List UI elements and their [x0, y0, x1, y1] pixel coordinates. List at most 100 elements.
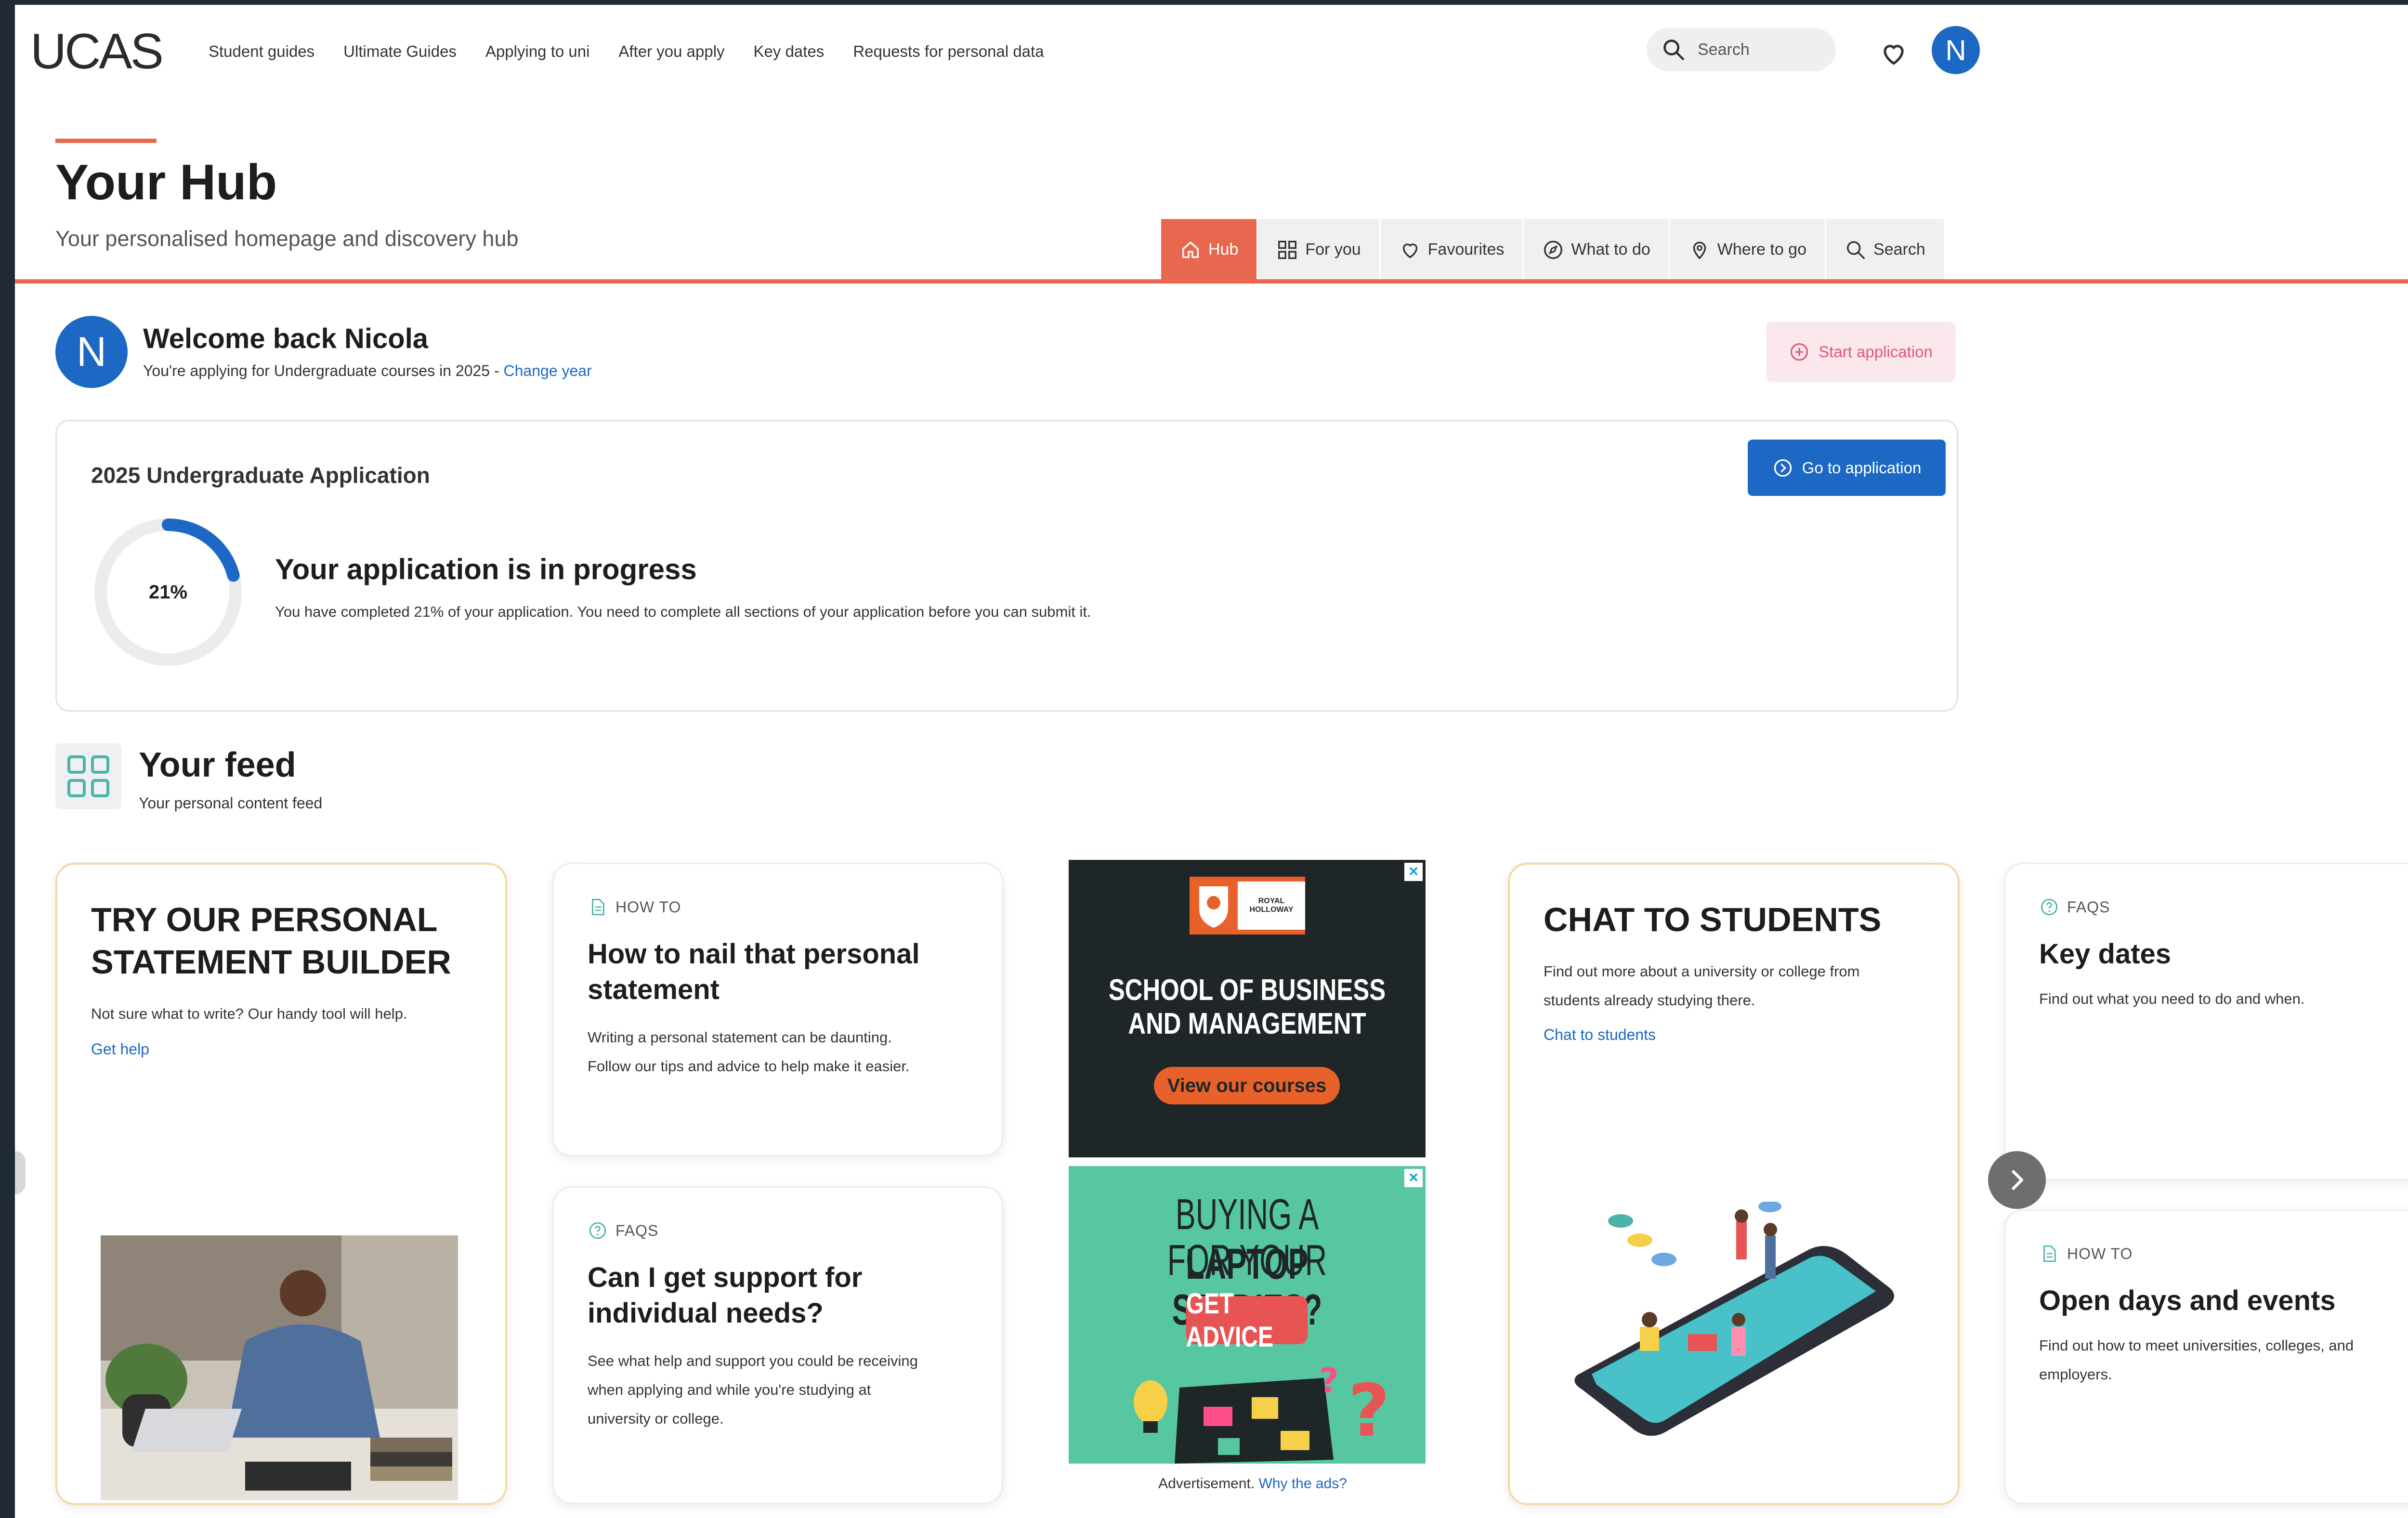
- carousel-prev-handle[interactable]: [15, 1151, 26, 1194]
- card-title-line2: individual needs?: [588, 1297, 824, 1329]
- card-tag: HOW TO: [2039, 1244, 2133, 1264]
- top-search-input[interactable]: Search: [1647, 28, 1836, 71]
- card-title-line2: STATEMENT BUILDER: [91, 943, 451, 981]
- search-icon: [1846, 241, 1865, 259]
- feed-title: Your feed: [139, 746, 296, 784]
- applying-text: You're applying for Undergraduate course…: [143, 362, 504, 379]
- advert-laptop-advice[interactable]: BUYING A LAPTOP FOR YOUR STUDIES? GET AD…: [1069, 1166, 1426, 1464]
- chat-to-students-card[interactable]: CHAT TO STUDENTS Find out more about a u…: [1508, 863, 1960, 1505]
- ucas-logo[interactable]: UCAS: [30, 23, 164, 80]
- ad-caption: Advertisement. Why the ads?: [1074, 1476, 1431, 1492]
- hub-tabs: Hub For you Favourites What to do Where …: [1161, 219, 1945, 280]
- ucas-hub-page: UCAS Student guides Ultimate Guides Appl…: [15, 5, 2408, 1518]
- document-icon: [2043, 1245, 2056, 1262]
- tab-hub[interactable]: Hub: [1161, 219, 1258, 280]
- key-dates-card[interactable]: FAQS Key dates Find out what you need to…: [2004, 863, 2408, 1181]
- ad-line1-a: BUYING A: [1175, 1191, 1319, 1239]
- favourites-heart-icon[interactable]: [1879, 39, 1909, 68]
- chevron-right-icon: [2012, 1170, 2023, 1190]
- arrow-circle-icon: [1774, 459, 1792, 477]
- page-subtitle: Your personalised homepage and discovery…: [55, 226, 519, 251]
- search-icon: [1663, 39, 1684, 60]
- card-text-line1: Find out how to meet universities, colle…: [2039, 1337, 2354, 1354]
- welcome-title: Welcome back Nicola: [143, 323, 429, 354]
- nav-link-key-dates[interactable]: Key dates: [754, 42, 824, 61]
- feed-subtitle: Your personal content feed: [139, 794, 323, 812]
- card-text-line1: Find out more about a university or coll…: [1544, 963, 1860, 980]
- chat-to-students-link[interactable]: Chat to students: [1544, 1026, 1656, 1044]
- progress-title: Your application is in progress: [275, 553, 697, 585]
- application-card: 2025 Undergraduate Application Go to app…: [55, 420, 1958, 712]
- page-title: Your Hub: [55, 155, 277, 210]
- crest-text-2: HOLLOWAY: [1249, 906, 1294, 914]
- individual-needs-card[interactable]: FAQS Can I get support for individual ne…: [552, 1186, 1003, 1504]
- card-title-line1: TRY OUR PERSONAL: [91, 901, 438, 938]
- nav-link-after-you-apply[interactable]: After you apply: [618, 42, 724, 61]
- get-help-link[interactable]: Get help: [91, 1040, 149, 1058]
- go-to-application-button[interactable]: Go to application: [1748, 440, 1946, 496]
- card-text-line2: when applying and while you're studying …: [588, 1381, 871, 1398]
- card-title-line1: How to nail that personal: [588, 938, 920, 970]
- go-to-application-label: Go to application: [1802, 458, 1922, 477]
- ad-close-icon[interactable]: ×: [1404, 863, 1423, 881]
- card-tag-label: FAQS: [615, 1221, 659, 1239]
- svg-text:?: ?: [1348, 1369, 1390, 1453]
- change-year-link[interactable]: Change year: [504, 362, 592, 379]
- card-text-line2: students already studying there.: [1544, 992, 1755, 1009]
- card-title: Key dates: [2039, 938, 2172, 970]
- nav-link-ultimate-guides[interactable]: Ultimate Guides: [343, 42, 457, 61]
- user-avatar[interactable]: N: [1932, 26, 1980, 74]
- card-text-line2: Follow our tips and advice to help make …: [588, 1058, 910, 1075]
- search-placeholder: Search: [1698, 40, 1750, 59]
- personal-statement-card[interactable]: HOW TO How to nail that personal stateme…: [552, 863, 1003, 1156]
- tab-label: Hub: [1208, 240, 1239, 259]
- why-the-ads-link[interactable]: Why the ads?: [1258, 1476, 1347, 1492]
- nav-link-applying-to-uni[interactable]: Applying to uni: [485, 42, 589, 61]
- open-days-card[interactable]: HOW TO Open days and events Find out how…: [2004, 1209, 2408, 1504]
- statement-builder-card[interactable]: TRY OUR PERSONAL STATEMENT BUILDER Not s…: [55, 863, 507, 1505]
- ad-caption-text: Advertisement.: [1158, 1476, 1259, 1492]
- card-text: Not sure what to write? Our handy tool w…: [91, 1005, 407, 1022]
- card-tag: FAQS: [588, 1220, 658, 1241]
- tab-label: Favourites: [1427, 240, 1505, 259]
- tab-search[interactable]: Search: [1826, 219, 1945, 280]
- hub-divider: [15, 279, 2408, 284]
- tab-favourites[interactable]: Favourites: [1380, 219, 1524, 280]
- student-writing-photo: [101, 1235, 458, 1500]
- feed-grid-icon: [55, 743, 121, 809]
- crest-icon: [1199, 886, 1228, 928]
- view-courses-button[interactable]: View our courses: [1154, 1067, 1340, 1104]
- card-text: Find out what you need to do and when.: [2039, 990, 2305, 1007]
- carousel-next-button[interactable]: [1988, 1151, 2046, 1209]
- plus-circle-icon: [1791, 343, 1808, 361]
- start-application-button[interactable]: Start application: [1766, 322, 1955, 382]
- card-text-line3: university or college.: [588, 1410, 724, 1427]
- card-tag: HOW TO: [588, 897, 681, 917]
- tab-where-to-go[interactable]: Where to go: [1670, 219, 1827, 280]
- phone-students-illustration: [1574, 1202, 1894, 1436]
- card-tag-label: HOW TO: [615, 898, 681, 916]
- svg-text:?: ?: [1319, 1361, 1339, 1401]
- nav-link-student-guides[interactable]: Student guides: [209, 42, 314, 61]
- nav-link-personal-data[interactable]: Requests for personal data: [853, 42, 1044, 61]
- card-title-line1: Can I get support for: [588, 1262, 863, 1293]
- royal-holloway-crest: ROYAL HOLLOWAY: [1190, 877, 1305, 934]
- ad-line1: SCHOOL OF BUSINESS: [1108, 973, 1386, 1007]
- card-title: Open days and events: [2039, 1285, 2336, 1316]
- card-text-line1: See what help and support you could be r…: [588, 1352, 918, 1369]
- ad-close-icon[interactable]: ×: [1404, 1169, 1423, 1187]
- get-advice-button[interactable]: GET ADVICE: [1186, 1287, 1308, 1353]
- top-navigation: UCAS Student guides Ultimate Guides Appl…: [15, 5, 2038, 101]
- application-title: 2025 Undergraduate Application: [91, 463, 430, 488]
- question-circle-icon: [589, 1222, 606, 1239]
- location-pin-icon: [1693, 241, 1706, 259]
- card-title-line2: statement: [588, 974, 720, 1005]
- welcome-subtitle: You're applying for Undergraduate course…: [143, 362, 592, 380]
- nav-links: Student guides Ultimate Guides Applying …: [209, 42, 1044, 61]
- ad-line2: AND MANAGEMENT: [1128, 1007, 1366, 1040]
- advert-school-of-business[interactable]: ROYAL HOLLOWAY SCHOOL OF BUSINESS AND MA…: [1069, 860, 1426, 1157]
- tab-what-to-do[interactable]: What to do: [1524, 219, 1670, 280]
- tab-label: Where to go: [1717, 240, 1807, 259]
- tab-for-you[interactable]: For you: [1258, 219, 1381, 280]
- question-circle-icon: [2041, 898, 2058, 916]
